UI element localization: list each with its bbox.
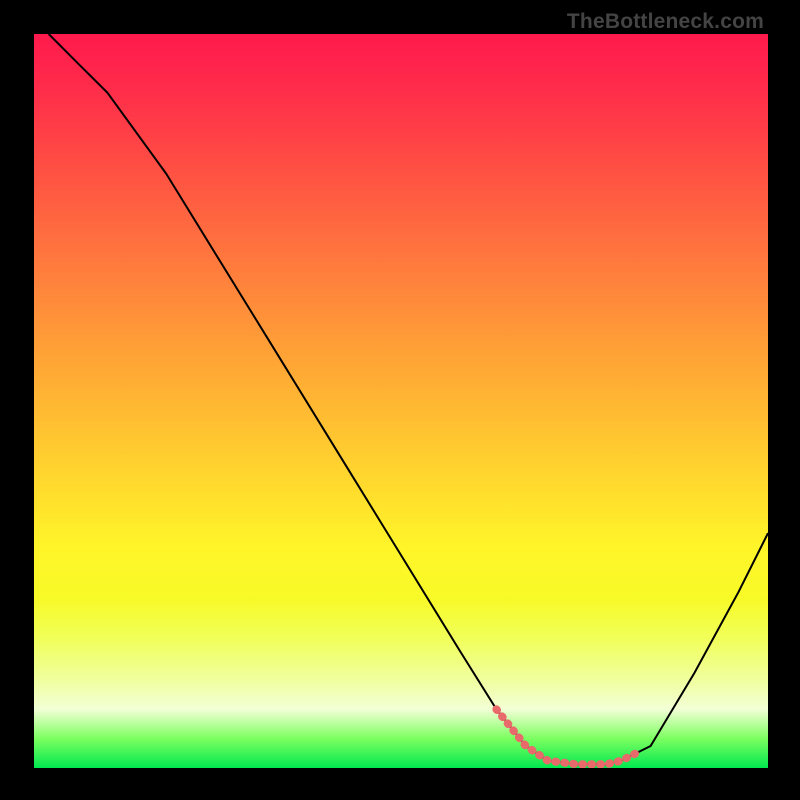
curve-layer	[34, 34, 768, 768]
plot-area	[34, 34, 768, 768]
chart-frame: TheBottleneck.com	[0, 0, 800, 800]
watermark-text: TheBottleneck.com	[567, 10, 764, 34]
highlight-segment	[496, 709, 636, 764]
main-curve	[49, 34, 768, 764]
